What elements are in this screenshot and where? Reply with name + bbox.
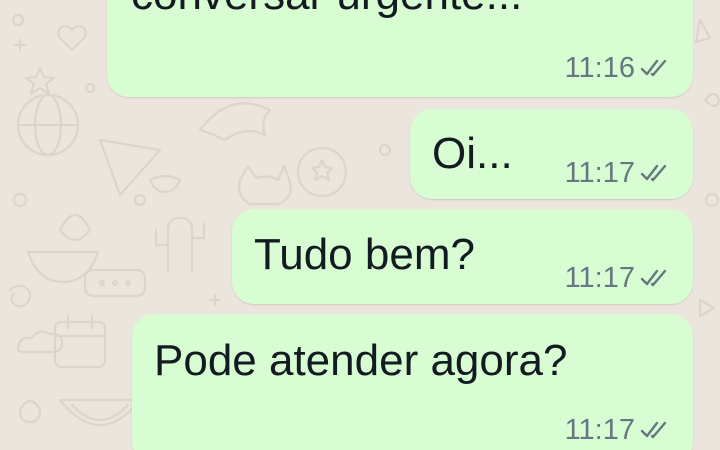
message-meta: 11:17	[565, 157, 673, 189]
message-meta: 11:17	[565, 262, 673, 294]
message-time: 11:16	[564, 52, 635, 84]
message-text: Oi...	[432, 129, 513, 178]
message-time: 11:17	[564, 414, 635, 446]
outgoing-message-bubble[interactable]: Oi... 11:17	[410, 109, 693, 199]
message-meta: 11:17	[565, 414, 673, 446]
message-time: 11:17	[564, 262, 635, 294]
message-text: conversar urgente...	[131, 0, 522, 20]
chat-messages-area[interactable]: conversar urgente... 11:16 Oi... 11:17 T…	[0, 0, 720, 450]
double-check-icon	[640, 269, 667, 287]
double-check-icon	[640, 164, 667, 182]
message-text: Pode atender agora?	[154, 336, 568, 385]
outgoing-message-bubble[interactable]: Tudo bem? 11:17	[232, 209, 693, 304]
message-time: 11:17	[564, 157, 635, 189]
double-check-icon	[640, 59, 667, 77]
outgoing-message-bubble[interactable]: Pode atender agora? 11:17	[132, 314, 693, 450]
double-check-icon	[640, 421, 667, 439]
message-meta: 11:16	[565, 52, 673, 84]
message-text: Tudo bem?	[254, 230, 475, 279]
outgoing-message-bubble[interactable]: conversar urgente... 11:16	[107, 0, 693, 97]
